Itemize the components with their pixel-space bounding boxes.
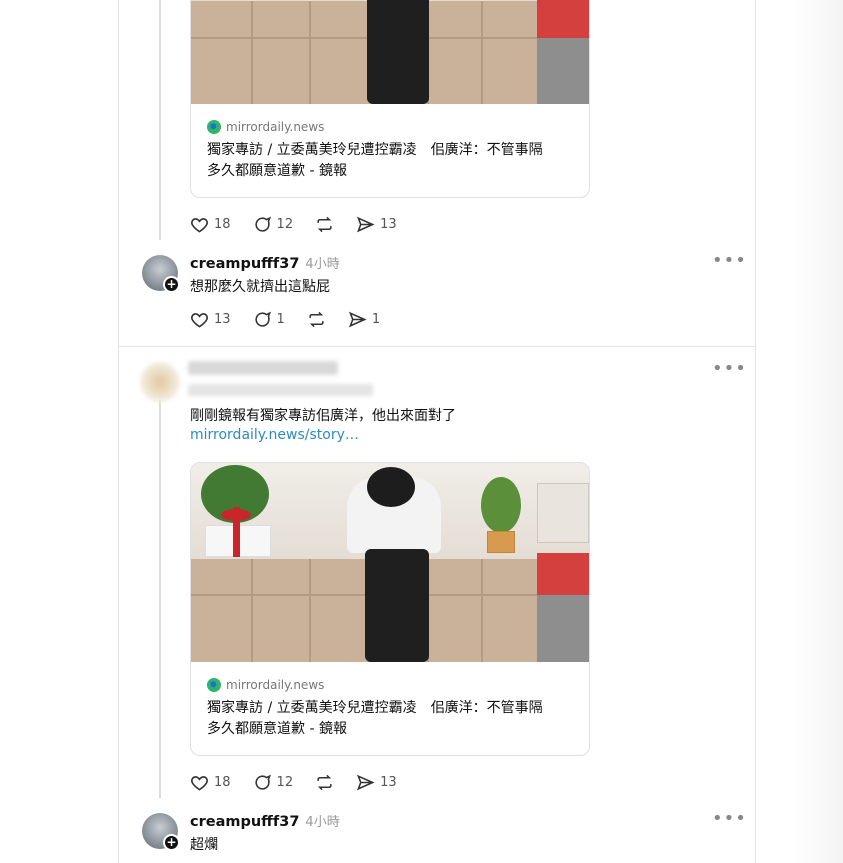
- reply-icon: [254, 216, 271, 232]
- like-button[interactable]: 18: [190, 773, 231, 792]
- preview-headline: 獨家專訪 / 立委萬美玲兒遭控霸凌 佀廣洋：不管事隔 多久都願意道歉 - 鏡報: [207, 142, 543, 179]
- reply-text: 想那麼久就擠出這點屁: [190, 279, 330, 295]
- thread-connector: [159, 392, 161, 798]
- repost-button[interactable]: [307, 310, 326, 329]
- more-icon[interactable]: •••: [712, 250, 747, 271]
- share-button[interactable]: 1: [348, 310, 380, 329]
- source-domain: mirrordaily.news: [207, 678, 573, 692]
- post-actions: 18 12 13: [190, 215, 419, 234]
- reply-button[interactable]: 12: [253, 215, 293, 234]
- site-favicon-icon: [207, 120, 221, 134]
- post-text: 剛剛鏡報有獨家專訪佀廣洋，他出來面對了: [190, 408, 456, 424]
- more-icon[interactable]: •••: [712, 808, 747, 829]
- link-preview-card[interactable]: mirrordaily.news 獨家專訪 / 立委萬美玲兒遭控霸凌 佀廣洋：不…: [190, 462, 590, 756]
- repost-button[interactable]: [315, 773, 334, 792]
- heart-icon: [191, 218, 208, 233]
- repost-icon: [317, 216, 332, 233]
- avatar[interactable]: [140, 362, 180, 402]
- blurred-username: [188, 361, 338, 375]
- reply-icon: [254, 774, 271, 790]
- thread-connector: [159, 0, 161, 240]
- preview-image: [191, 463, 589, 662]
- post-divider: [118, 346, 756, 347]
- blurred-subtitle: [188, 384, 373, 396]
- more-icon[interactable]: •••: [712, 358, 747, 379]
- page-edge-shadow: [793, 0, 843, 863]
- link-preview-card[interactable]: mirrordaily.news 獨家專訪 / 立委萬美玲兒遭控霸凌 佀廣洋：不…: [190, 0, 590, 198]
- reply-icon: [254, 311, 271, 327]
- source-domain: mirrordaily.news: [207, 120, 573, 134]
- share-icon: [357, 216, 375, 233]
- like-button[interactable]: 13: [190, 310, 231, 329]
- post-timestamp: 4小時: [305, 815, 340, 830]
- post-link[interactable]: mirrordaily.news/story…: [190, 427, 359, 443]
- reply-author[interactable]: creampufff37 4小時: [190, 253, 340, 272]
- heart-icon: [191, 313, 208, 328]
- reply-text: 超爛: [190, 837, 218, 853]
- share-icon: [348, 311, 367, 328]
- reply-button[interactable]: 12: [253, 773, 293, 792]
- repost-button[interactable]: [315, 215, 334, 234]
- preview-headline: 獨家專訪 / 立委萬美玲兒遭控霸凌 佀廣洋：不管事隔 多久都願意道歉 - 鏡報: [207, 700, 543, 737]
- follow-plus-icon[interactable]: +: [163, 276, 180, 293]
- post-actions: 18 12 13: [190, 773, 419, 792]
- like-button[interactable]: 18: [190, 215, 231, 234]
- reply-author[interactable]: creampufff37 4小時: [190, 811, 340, 830]
- post-timestamp: 4小時: [305, 257, 340, 272]
- share-icon: [357, 774, 375, 791]
- repost-icon: [317, 774, 332, 791]
- reply-button[interactable]: 1: [253, 310, 285, 329]
- site-favicon-icon: [207, 678, 221, 692]
- follow-plus-icon[interactable]: +: [163, 834, 180, 851]
- reply-actions: 13 1 1: [190, 310, 402, 329]
- share-button[interactable]: 13: [356, 215, 397, 234]
- heart-icon: [191, 776, 208, 791]
- repost-icon: [309, 311, 324, 328]
- share-button[interactable]: 13: [356, 773, 397, 792]
- preview-image: [191, 0, 589, 104]
